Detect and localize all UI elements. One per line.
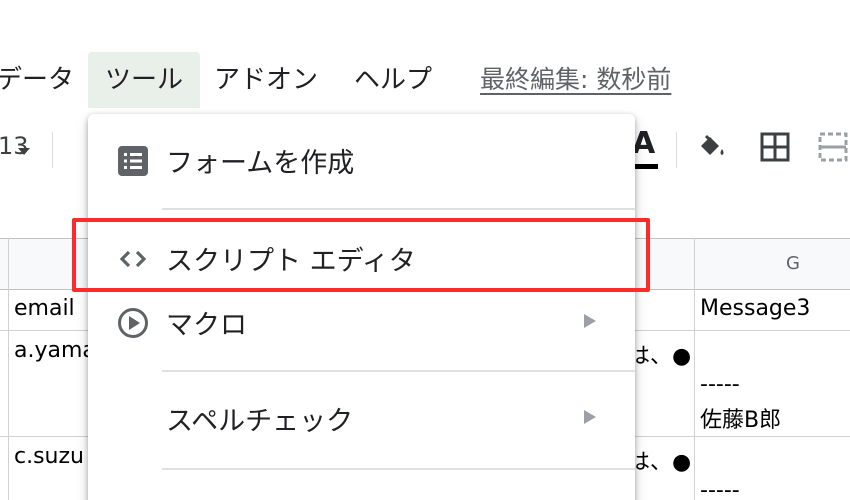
- font-size-select[interactable]: 13: [0, 132, 29, 160]
- spreadsheet-window: データ ツール アドオン ヘルプ 最終編集: 数秒前 13 A G email …: [0, 0, 850, 500]
- menu-addons[interactable]: アドオン: [214, 52, 318, 108]
- last-edit-link[interactable]: 最終編集: 数秒前: [480, 52, 671, 108]
- menu-divider: [162, 208, 635, 210]
- borders-icon[interactable]: [758, 130, 792, 164]
- menu-item-label: スペルチェック: [166, 406, 354, 437]
- column-header-g[interactable]: G: [786, 253, 800, 274]
- toolbar-divider: [52, 132, 53, 168]
- submenu-arrow-icon: [584, 410, 596, 424]
- tools-dropdown-menu: フォームを作成 スクリプト エディタ マクロ スペルチェック: [88, 114, 635, 500]
- menu-item-label: フォームを作成: [166, 148, 355, 179]
- cell-email-header[interactable]: email: [14, 296, 75, 321]
- menu-item-label: マクロ: [166, 310, 247, 341]
- menu-divider: [162, 370, 635, 372]
- form-list-icon: [118, 146, 148, 176]
- chevron-down-icon: [18, 148, 30, 155]
- grid-line: [8, 238, 9, 500]
- menubar: データ ツール アドオン ヘルプ 最終編集: 数秒前: [0, 50, 850, 110]
- menu-item-create-form[interactable]: フォームを作成: [88, 132, 635, 188]
- cell-email-row1[interactable]: a.yama: [14, 338, 96, 363]
- menu-tools[interactable]: ツール: [88, 52, 200, 108]
- menu-item-spellcheck[interactable]: スペルチェック: [88, 390, 635, 446]
- cell-g-header[interactable]: Message3: [700, 296, 810, 321]
- play-circle-icon: [118, 308, 148, 338]
- annotation-highlight-box: [72, 218, 650, 292]
- cell-email-row2[interactable]: c.suzu: [14, 444, 84, 469]
- fill-color-icon[interactable]: [694, 130, 728, 164]
- merge-cells-icon[interactable]: [816, 130, 850, 164]
- toolbar-divider: [676, 132, 677, 168]
- text-color-button[interactable]: A: [632, 126, 655, 161]
- cell-message-row1[interactable]: は、●: [628, 338, 691, 370]
- submenu-arrow-icon: [584, 314, 596, 328]
- menu-item-macros[interactable]: マクロ: [88, 294, 635, 350]
- menu-data[interactable]: データ: [0, 52, 74, 108]
- cell-g-row2-line1[interactable]: -----: [700, 478, 740, 500]
- menu-divider: [162, 468, 635, 470]
- cell-g-row1-line2[interactable]: 佐藤B郎: [700, 402, 781, 434]
- menu-help[interactable]: ヘルプ: [354, 52, 432, 108]
- cell-message-row2[interactable]: は、●: [628, 444, 691, 476]
- grid-line: [694, 238, 695, 500]
- cell-g-row1-line1[interactable]: -----: [700, 372, 740, 397]
